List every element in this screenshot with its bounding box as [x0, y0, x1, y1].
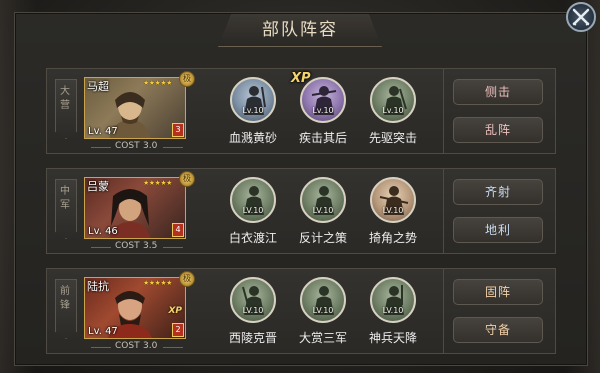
- divider: [91, 147, 111, 148]
- general-card[interactable]: 吕蒙 ★★★★★ Lv. 46 4: [84, 177, 186, 239]
- skill-name: 掎角之势: [368, 231, 417, 245]
- skill-orb: LV.10: [370, 277, 416, 323]
- skill-slot-2[interactable]: LV.10 反计之策: [293, 177, 353, 246]
- skill-level: LV.10: [312, 206, 334, 215]
- star-rating: ★★★★★: [143, 79, 172, 87]
- tactic-button-2[interactable]: 地利: [453, 217, 543, 243]
- skill-name: 神兵天降: [368, 331, 417, 345]
- skill-orb: LV.10: [300, 277, 346, 323]
- general-name: 吕蒙: [87, 180, 109, 193]
- xp-tag: XP: [291, 71, 311, 86]
- skill-level: LV.10: [312, 306, 334, 315]
- skill-orb: Lv.10: [230, 77, 276, 123]
- skill-name: 白衣渡江: [228, 231, 277, 245]
- skill-slot-1[interactable]: Lv.10 血溅黄砂: [223, 77, 283, 146]
- general-card[interactable]: 马超 ★★★★★ Lv. 47 3: [84, 77, 186, 139]
- skill-slot-1[interactable]: LV.10 白衣渡江: [223, 177, 283, 246]
- skill-orb: Lv.10: [370, 77, 416, 123]
- cost-value: 3.5: [143, 241, 158, 251]
- troop-row-2: 中军 吕蒙 ★★★★★ Lv. 46 4 极 COST 3.5 LV.10 白衣…: [46, 168, 556, 254]
- general-level: Lv. 46: [88, 226, 118, 237]
- skill-slot-2[interactable]: XP Lv.10 疾击其后: [291, 71, 353, 146]
- position-label: 大营: [55, 85, 75, 113]
- skill-level: Lv.10: [312, 106, 334, 115]
- divider: [163, 247, 183, 248]
- cost-value: 3.0: [143, 341, 158, 351]
- position-label: 中军: [55, 185, 75, 213]
- skill-slot-3[interactable]: Lv.10 先驱突击: [363, 77, 423, 146]
- position-text: 前锋: [60, 286, 70, 311]
- count-badge: 2: [172, 323, 184, 337]
- xp-tag: XP: [168, 306, 182, 316]
- tactic-button-2[interactable]: 乱阵: [453, 117, 543, 143]
- cost-label: COST: [115, 241, 140, 251]
- page-title: 部队阵容: [262, 20, 338, 40]
- row-main: 中军 吕蒙 ★★★★★ Lv. 46 4 极 COST 3.5 LV.10 白衣…: [47, 169, 444, 253]
- divider: [91, 247, 111, 248]
- general-level: Lv. 47: [88, 126, 118, 137]
- rank-medal-icon: 极: [179, 271, 195, 287]
- skill-level: LV.10: [242, 306, 264, 315]
- skill-orb: LV.10: [370, 177, 416, 223]
- skill-level: Lv.10: [382, 106, 404, 115]
- skill-name: 先驱突击: [368, 131, 417, 145]
- rank-medal-icon: 极: [179, 71, 195, 87]
- count-badge: 3: [172, 123, 184, 137]
- skill-level: Lv.10: [242, 106, 264, 115]
- star-rating: ★★★★★: [143, 179, 172, 187]
- general-level: Lv. 47: [88, 326, 118, 337]
- position-label: 前锋: [55, 285, 75, 313]
- cost-label: COST: [115, 141, 140, 151]
- skill-level: LV.10: [382, 206, 404, 215]
- skill-name: 西陵克晋: [228, 331, 277, 345]
- divider: [163, 347, 183, 348]
- skill-orb: LV.10: [230, 277, 276, 323]
- close-button[interactable]: [566, 2, 596, 32]
- general-card[interactable]: 陆抗 ★★★★★ XP Lv. 47 2: [84, 277, 186, 339]
- skill-slot-3[interactable]: LV.10 掎角之势: [363, 177, 423, 246]
- skill-slot-1[interactable]: LV.10 西陵克晋: [223, 277, 283, 346]
- skill-name: 大赏三军: [298, 331, 347, 345]
- troop-row-3: 前锋 陆抗 ★★★★★ XP Lv. 47 2 极 COST 3.0 LV.10…: [46, 268, 556, 354]
- cost-label: COST: [115, 341, 140, 351]
- skill-name: 血溅黄砂: [228, 131, 277, 145]
- divider: [163, 147, 183, 148]
- skill-orb: LV.10: [230, 177, 276, 223]
- count-badge: 4: [172, 223, 184, 237]
- skill-level: LV.10: [242, 206, 264, 215]
- position-text: 大营: [60, 86, 70, 111]
- close-icon: [572, 8, 590, 26]
- tactic-button-2[interactable]: 守备: [453, 317, 543, 343]
- skill-name: 疾击其后: [298, 131, 347, 145]
- skill-slot-2[interactable]: LV.10 大赏三军: [293, 277, 353, 346]
- row-main: 大营 马超 ★★★★★ Lv. 47 3 极 COST 3.0 Lv.10 血溅…: [47, 69, 444, 153]
- skill-slot-3[interactable]: LV.10 神兵天降: [363, 277, 423, 346]
- rank-medal-icon: 极: [179, 171, 195, 187]
- divider: [91, 347, 111, 348]
- general-name: 马超: [87, 80, 109, 93]
- tactic-button-1[interactable]: 齐射: [453, 179, 543, 205]
- star-rating: ★★★★★: [143, 279, 172, 287]
- skill-orb: LV.10: [300, 177, 346, 223]
- skill-level: LV.10: [382, 306, 404, 315]
- tactic-button-1[interactable]: 侧击: [453, 79, 543, 105]
- general-name: 陆抗: [87, 280, 109, 293]
- row-main: 前锋 陆抗 ★★★★★ XP Lv. 47 2 极 COST 3.0 LV.10…: [47, 269, 444, 353]
- position-text: 中军: [60, 186, 70, 211]
- tactic-button-1[interactable]: 固阵: [453, 279, 543, 305]
- skill-name: 反计之策: [298, 231, 347, 245]
- cost-value: 3.0: [143, 141, 158, 151]
- troop-row-1: 大营 马超 ★★★★★ Lv. 47 3 极 COST 3.0 Lv.10 血溅…: [46, 68, 556, 154]
